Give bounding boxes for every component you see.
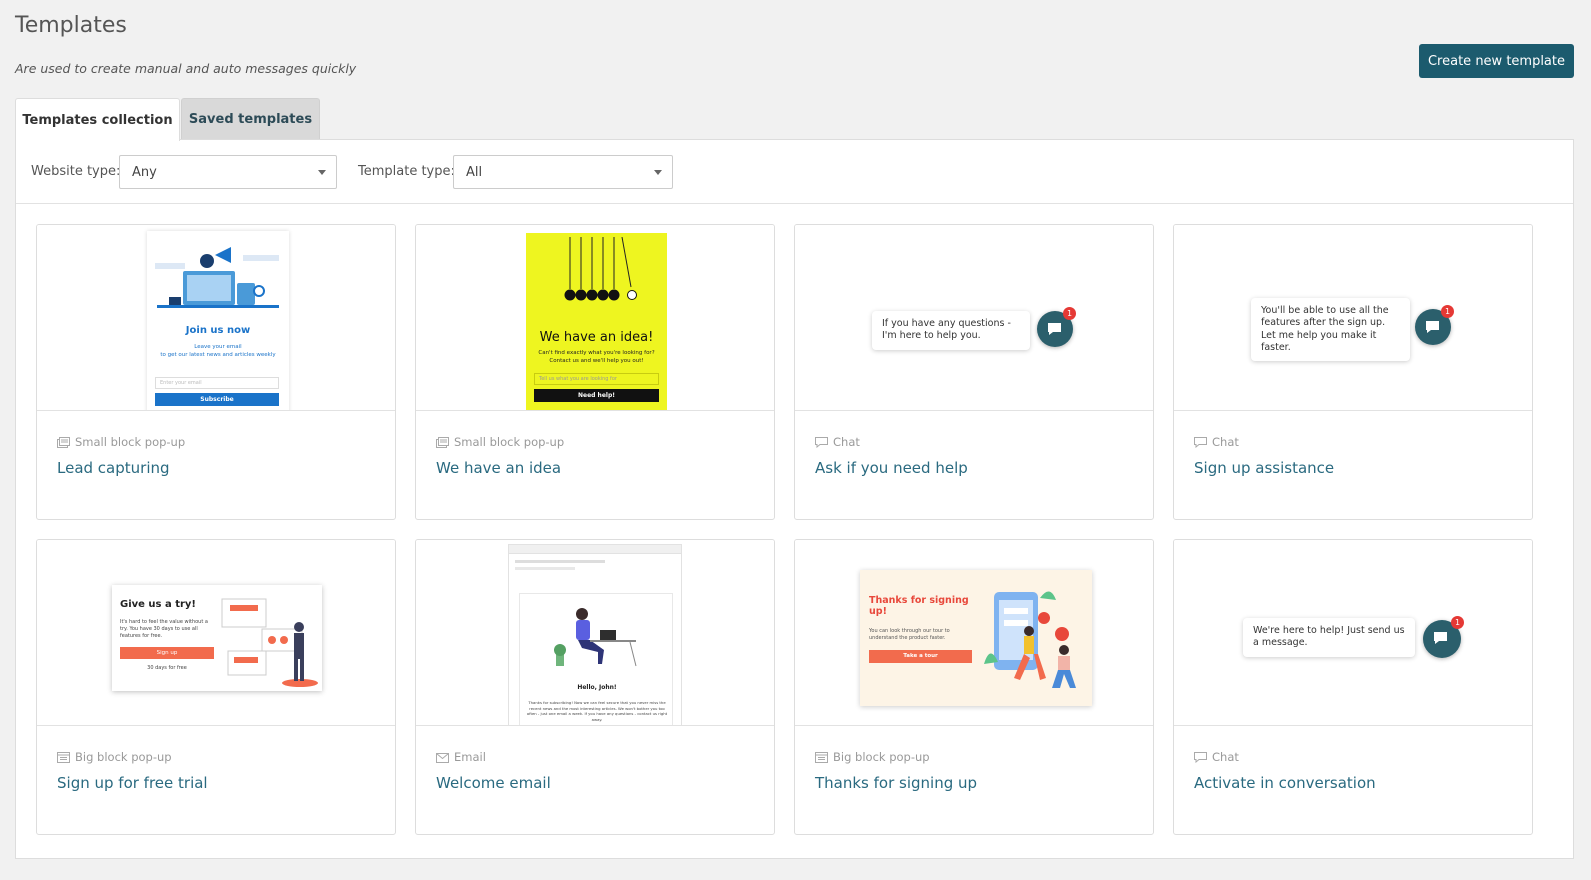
chat-launcher-icon: 1	[1415, 305, 1454, 345]
email-titlebar	[509, 545, 681, 554]
template-preview: We're here to help! Just send us a messa…	[1174, 540, 1532, 726]
lightbulbs-icon	[564, 237, 637, 301]
page-title: Templates	[15, 13, 127, 38]
template-name: Lead capturing	[57, 459, 170, 477]
template-card-ask-if-you-need-help[interactable]: If you have any questions - I'm here to …	[794, 224, 1154, 520]
templates-panel: Website type: Any Template type: All Joi…	[15, 139, 1574, 859]
chevron-down-icon	[318, 170, 326, 175]
template-preview: Join us now Leave your email to get our …	[37, 225, 395, 411]
preview-text: Thanks for subscribing! Now we can feel …	[526, 700, 668, 723]
template-type: Email	[436, 750, 486, 764]
envelope-icon	[436, 752, 449, 763]
preview-chat-message: You'll be able to use all the features a…	[1251, 298, 1410, 362]
preview-title: Thanks for signing up!	[869, 595, 969, 617]
preview-input: Enter your email	[155, 377, 279, 389]
template-preview: We have an idea! Can't find exactly what…	[416, 225, 774, 411]
website-type-select[interactable]: Any	[119, 155, 337, 189]
chat-icon	[1194, 436, 1207, 448]
template-card-sign-up-assistance[interactable]: You'll be able to use all the features a…	[1173, 224, 1533, 520]
preview-text: to get our latest news and articles week…	[160, 352, 276, 358]
preview-text: You can look through our tour to underst…	[869, 628, 950, 641]
chevron-down-icon	[654, 170, 662, 175]
illustration-icon	[221, 598, 318, 687]
preview-footnote: 30 days for free	[147, 665, 187, 671]
preview-chat-message: If you have any questions - I'm here to …	[872, 311, 1030, 350]
chat-launcher-icon: 1	[1423, 616, 1464, 658]
template-card-lead-capturing[interactable]: Join us now Leave your email to get our …	[36, 224, 396, 520]
illustration-icon	[984, 591, 1076, 688]
page-subtitle: Are used to create manual and auto messa…	[15, 61, 357, 76]
chat-icon	[1194, 751, 1207, 763]
template-type: Small block pop-up	[436, 435, 564, 449]
illustration-icon	[554, 608, 637, 667]
tab-templates-collection[interactable]: Templates collection	[15, 98, 180, 141]
popup-icon	[436, 436, 449, 448]
template-preview: Thanks for signing up! You can look thro…	[795, 540, 1153, 726]
create-new-template-button[interactable]: Create new template	[1419, 44, 1574, 78]
tab-saved-templates[interactable]: Saved templates	[181, 98, 320, 140]
preview-text: It's hard to feel the value without a tr…	[120, 619, 208, 639]
template-type: Chat	[1194, 750, 1239, 764]
preview-title: Join us now	[185, 325, 251, 336]
popup-icon	[57, 436, 70, 448]
preview-greeting: Hello, John!	[577, 684, 617, 691]
template-type: Big block pop-up	[57, 750, 172, 764]
template-name: Activate in conversation	[1194, 774, 1376, 792]
template-name: Ask if you need help	[815, 459, 968, 477]
website-type-value: Any	[132, 165, 157, 180]
preview-button: Need help!	[534, 389, 659, 402]
popup-icon	[815, 751, 828, 763]
template-preview: If you have any questions - I'm here to …	[795, 225, 1153, 411]
preview-chat-message: We're here to help! Just send us a messa…	[1243, 618, 1415, 657]
template-card-activate-in-conversation[interactable]: We're here to help! Just send us a messa…	[1173, 539, 1533, 835]
preview-button: Subscribe	[155, 393, 279, 406]
template-type-value: All	[466, 165, 483, 180]
template-card-welcome-email[interactable]: Hello, John! Thanks for subscribing! Now…	[415, 539, 775, 835]
template-name: Thanks for signing up	[815, 774, 978, 792]
popup-icon	[57, 751, 70, 763]
template-type: Small block pop-up	[57, 435, 185, 449]
preview-input: Tell us what you are looking for	[534, 373, 659, 385]
template-name: Welcome email	[436, 774, 551, 792]
preview-title: We have an idea!	[539, 330, 654, 345]
template-preview: You'll be able to use all the features a…	[1174, 225, 1532, 411]
template-name: Sign up assistance	[1194, 459, 1335, 477]
template-preview: Give us a try! It's hard to feel the val…	[37, 540, 395, 726]
preview-text: Leave your email	[194, 344, 242, 350]
chat-launcher-icon: 1	[1037, 307, 1076, 347]
template-card-sign-up-for-free-trial[interactable]: Give us a try! It's hard to feel the val…	[36, 539, 396, 835]
preview-button: Take a tour	[869, 650, 972, 663]
template-type: Chat	[815, 435, 860, 449]
template-type: Big block pop-up	[815, 750, 930, 764]
website-type-label: Website type:	[31, 164, 121, 179]
template-name: Sign up for free trial	[57, 774, 208, 792]
illustration-icon	[155, 247, 279, 308]
template-card-thanks-for-signing-up[interactable]: Thanks for signing up! You can look thro…	[794, 539, 1154, 835]
template-name: We have an idea	[436, 459, 562, 477]
preview-text: Contact us and we'll help you out!	[549, 358, 644, 364]
preview-title: Give us a try!	[120, 599, 196, 610]
preview-button: Sign up	[120, 647, 214, 659]
chat-icon	[815, 436, 828, 448]
filter-bar: Website type: Any Template type: All	[16, 140, 1573, 204]
template-type-label: Template type:	[358, 164, 455, 179]
preview-text: Can't find exactly what you're looking f…	[538, 350, 655, 356]
template-card-we-have-an-idea[interactable]: We have an idea! Can't find exactly what…	[415, 224, 775, 520]
template-preview: Hello, John! Thanks for subscribing! Now…	[416, 540, 774, 726]
template-type: Chat	[1194, 435, 1239, 449]
template-type-select[interactable]: All	[453, 155, 673, 189]
